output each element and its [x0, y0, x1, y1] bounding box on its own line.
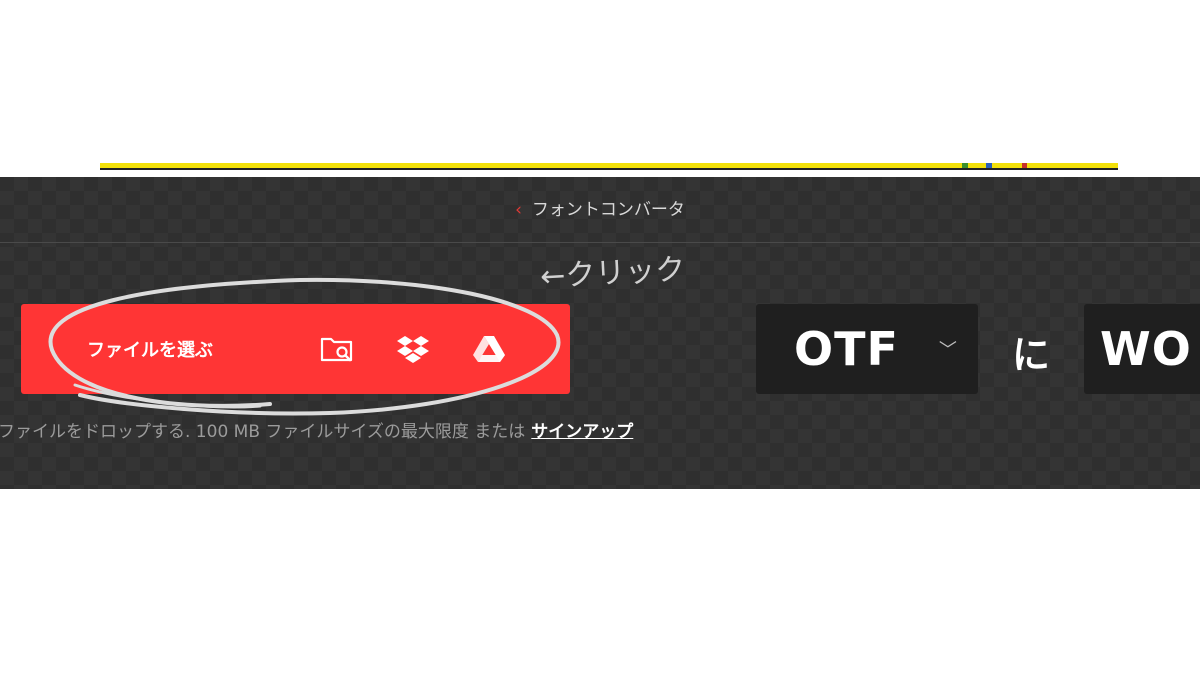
- choose-file-label: ファイルを選ぶ: [87, 340, 213, 361]
- top-banner-strip: [100, 163, 1118, 170]
- divider: [0, 242, 1200, 243]
- google-drive-icon[interactable]: [471, 331, 507, 367]
- target-format-select[interactable]: WO: [1084, 304, 1200, 394]
- breadcrumb-label: フォントコンバータ: [531, 200, 685, 220]
- target-format-value: WO: [1100, 322, 1192, 376]
- format-connector: に: [1012, 333, 1051, 377]
- drop-hint: ファイルをドロップする. 100 MB ファイルサイズの最大限度 または サインア…: [0, 417, 633, 442]
- chevron-left-icon: ‹: [515, 200, 522, 220]
- chevron-down-icon: ﹀: [938, 340, 957, 361]
- breadcrumb[interactable]: ‹ フォントコンバータ: [0, 195, 1200, 220]
- banner-dots: [938, 163, 1058, 168]
- click-annotation: ←クリック: [539, 252, 687, 295]
- converter-panel: ‹ フォントコンバータ ファイルを選ぶ ファイルをドロップする. 100 MB …: [0, 177, 1200, 489]
- dropbox-icon[interactable]: [395, 331, 431, 367]
- signup-link[interactable]: サインアップ: [531, 422, 633, 442]
- drop-hint-text: ファイルをドロップする. 100 MB ファイルサイズの最大限度 または: [0, 422, 526, 442]
- source-format-select[interactable]: OTF ﹀: [756, 304, 978, 394]
- source-format-value: OTF: [794, 322, 899, 376]
- folder-search-icon[interactable]: [319, 331, 355, 367]
- choose-file-button[interactable]: ファイルを選ぶ: [21, 304, 570, 394]
